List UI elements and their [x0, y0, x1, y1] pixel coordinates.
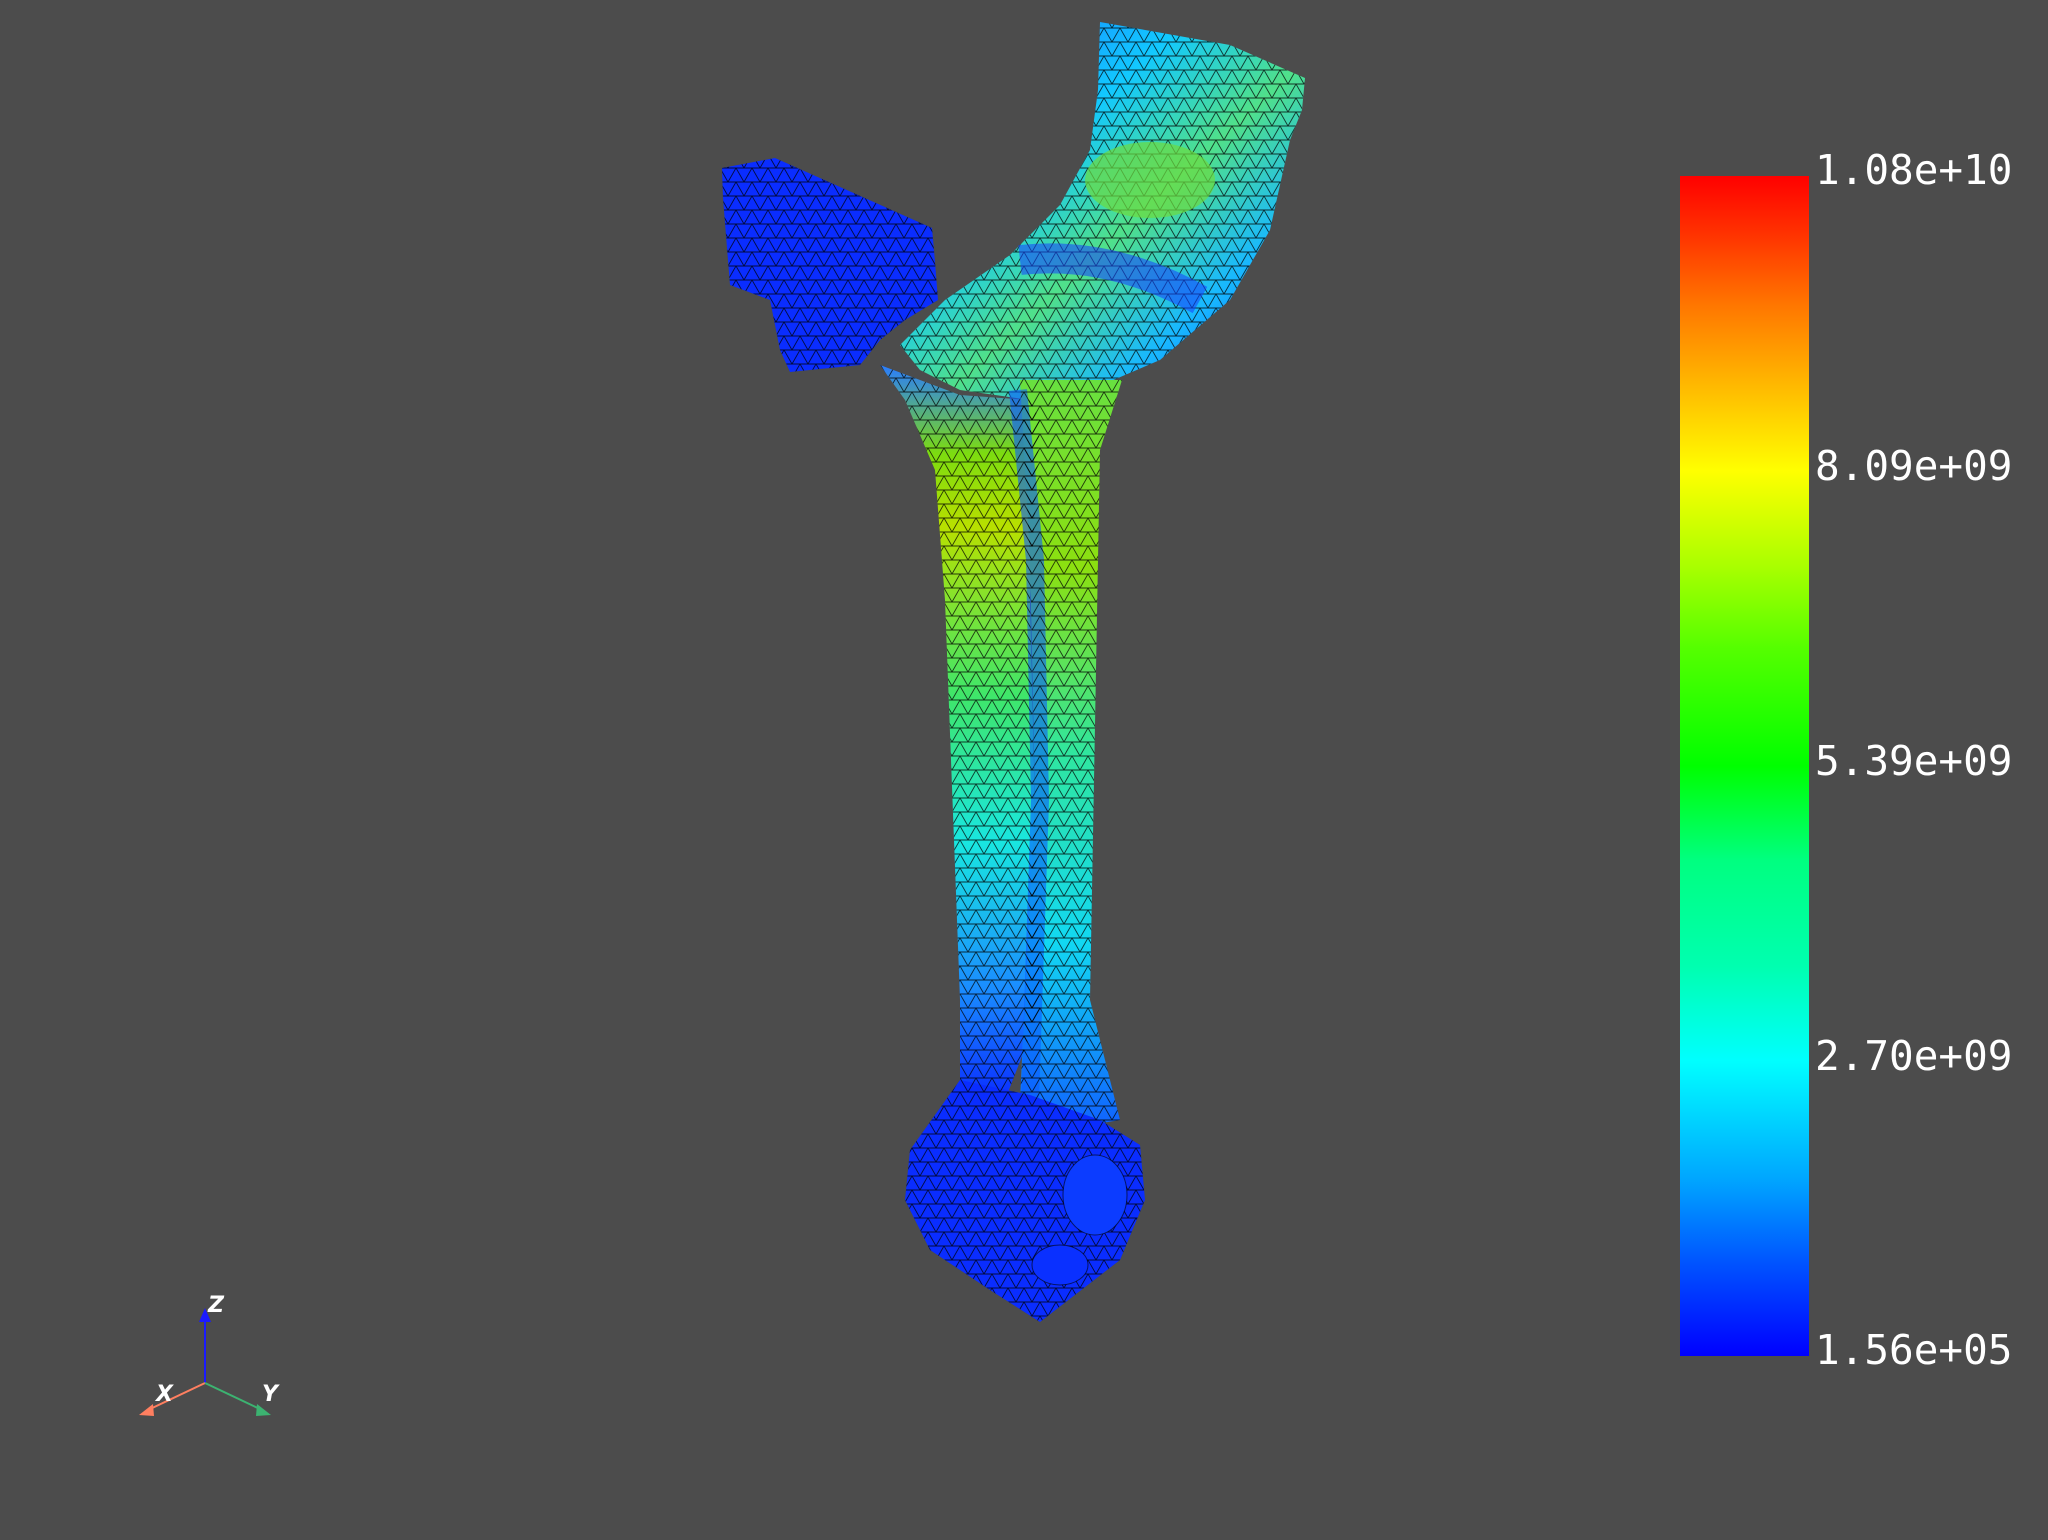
scale-tick-3: 5.39e+09 [1815, 737, 2013, 785]
y-axis-label: Y [262, 1382, 280, 1407]
connecting-rod-shank [880, 365, 1122, 1130]
scale-tick-max: 1.08e+10 [1815, 146, 2013, 194]
scale-tick-4: 2.70e+09 [1815, 1032, 2013, 1080]
x-axis-arrow-icon [139, 1404, 154, 1416]
z-axis-label: Z [207, 1293, 225, 1318]
scale-tick-2: 8.09e+09 [1815, 442, 2013, 490]
y-axis-line [204, 1382, 263, 1411]
orientation-axes-widget: Z X Y [139, 1293, 280, 1416]
big-end-shell [900, 22, 1305, 400]
color-scale-bar [1680, 176, 1809, 1356]
scale-tick-min: 1.56e+05 [1815, 1326, 2013, 1374]
x-axis-label: X [154, 1382, 174, 1407]
